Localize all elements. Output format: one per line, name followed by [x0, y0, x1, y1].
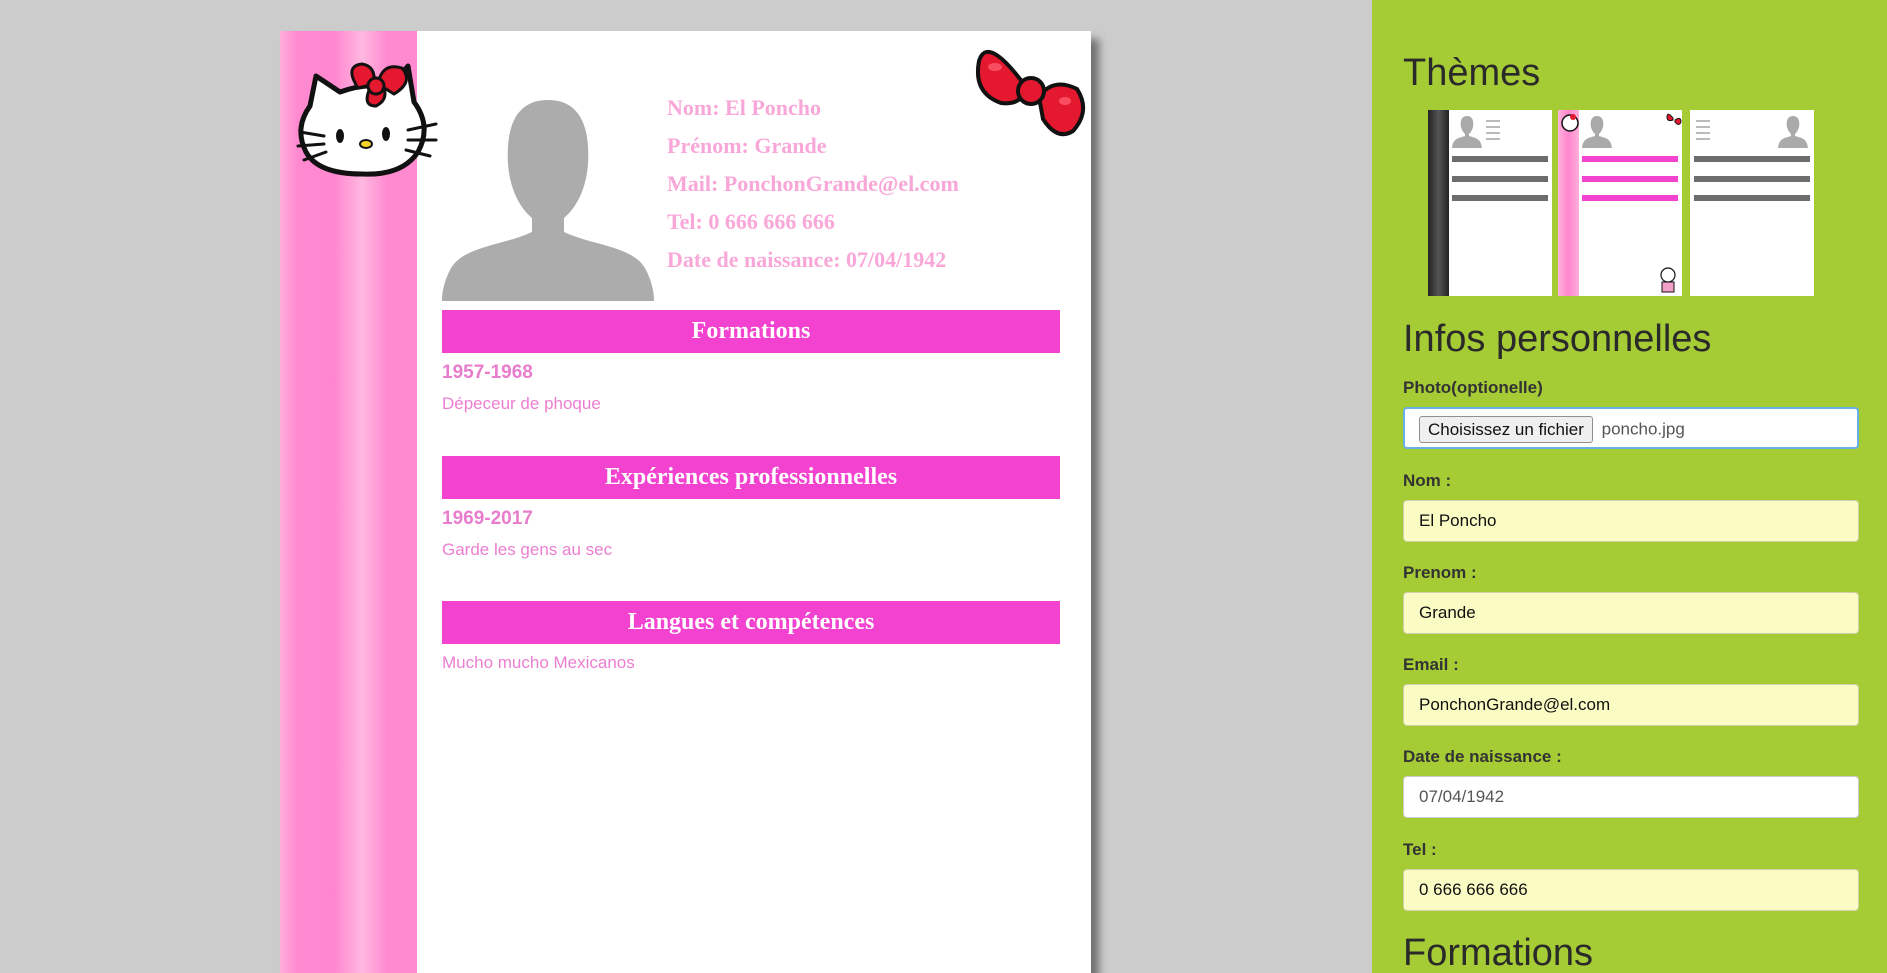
choose-file-button[interactable]: Choisissez un fichier	[1419, 416, 1593, 444]
nom-label: Nom :	[1403, 471, 1452, 490]
selected-file-name: poncho.jpg	[1601, 419, 1685, 439]
cv-preview: Nom: El Poncho Prénom: Grande Mail: Ponc…	[280, 31, 1091, 973]
theme-thumbnail-hello-kitty[interactable]	[1558, 110, 1682, 296]
date-label: Date de naissance :	[1403, 747, 1562, 766]
mini-kitty-icon	[1561, 114, 1579, 132]
themes-heading: Thèmes	[1403, 52, 1541, 94]
langues-description: Mucho mucho Mexicanos	[442, 653, 635, 672]
experience-year: 1969-2017	[442, 508, 533, 529]
tel-input[interactable]: 0 666 666 666	[1403, 869, 1859, 911]
experience-description: Garde les gens au sec	[442, 540, 613, 559]
cv-tel: Tel: 0 666 666 666	[667, 209, 835, 234]
section-formations-header: Formations	[442, 310, 1060, 353]
cv-mail: Mail: PonchonGrande@el.com	[667, 171, 959, 196]
email-input[interactable]: PonchonGrande@el.com	[1403, 684, 1859, 726]
photo-label: Photo(optionelle)	[1403, 378, 1543, 397]
profile-avatar-placeholder	[442, 100, 654, 301]
section-experiences-header: Expériences professionnelles	[442, 456, 1060, 499]
hello-kitty-icon	[296, 62, 438, 177]
section-langues-header: Langues et compétences	[442, 601, 1060, 644]
photo-file-input[interactable]: Choisissez un fichier poncho.jpg	[1403, 407, 1859, 449]
infos-heading: Infos personnelles	[1403, 318, 1712, 360]
formations-heading: Formations	[1403, 932, 1594, 973]
red-bow-icon	[976, 49, 1085, 136]
prenom-input[interactable]: Grande	[1403, 592, 1859, 634]
email-label: Email :	[1403, 655, 1459, 674]
theme-picker	[1428, 110, 1814, 296]
editor-sidebar: Thèmes Infos personnelles Photo(optionel…	[1372, 0, 1887, 973]
prenom-label: Prenom :	[1403, 563, 1477, 582]
formation-year: 1957-1968	[442, 362, 533, 383]
identity-block: Nom: El Poncho Prénom: Grande Mail: Ponc…	[667, 89, 959, 279]
mini-kitty-figure-icon	[1660, 267, 1676, 293]
tel-label: Tel :	[1403, 840, 1437, 859]
theme-thumbnail-plain[interactable]	[1690, 110, 1814, 296]
cv-nom: Nom: El Poncho	[667, 95, 821, 120]
cv-prenom: Prénom: Grande	[667, 133, 827, 158]
cv-naissance: Date de naissance: 07/04/1942	[667, 247, 947, 272]
date-naissance-input[interactable]: 07/04/1942	[1403, 776, 1859, 818]
nom-input[interactable]: El Poncho	[1403, 500, 1859, 542]
formation-description: Dépeceur de phoque	[442, 394, 601, 413]
theme-thumbnail-dark[interactable]	[1428, 110, 1552, 296]
mini-bow-icon	[1666, 113, 1682, 125]
